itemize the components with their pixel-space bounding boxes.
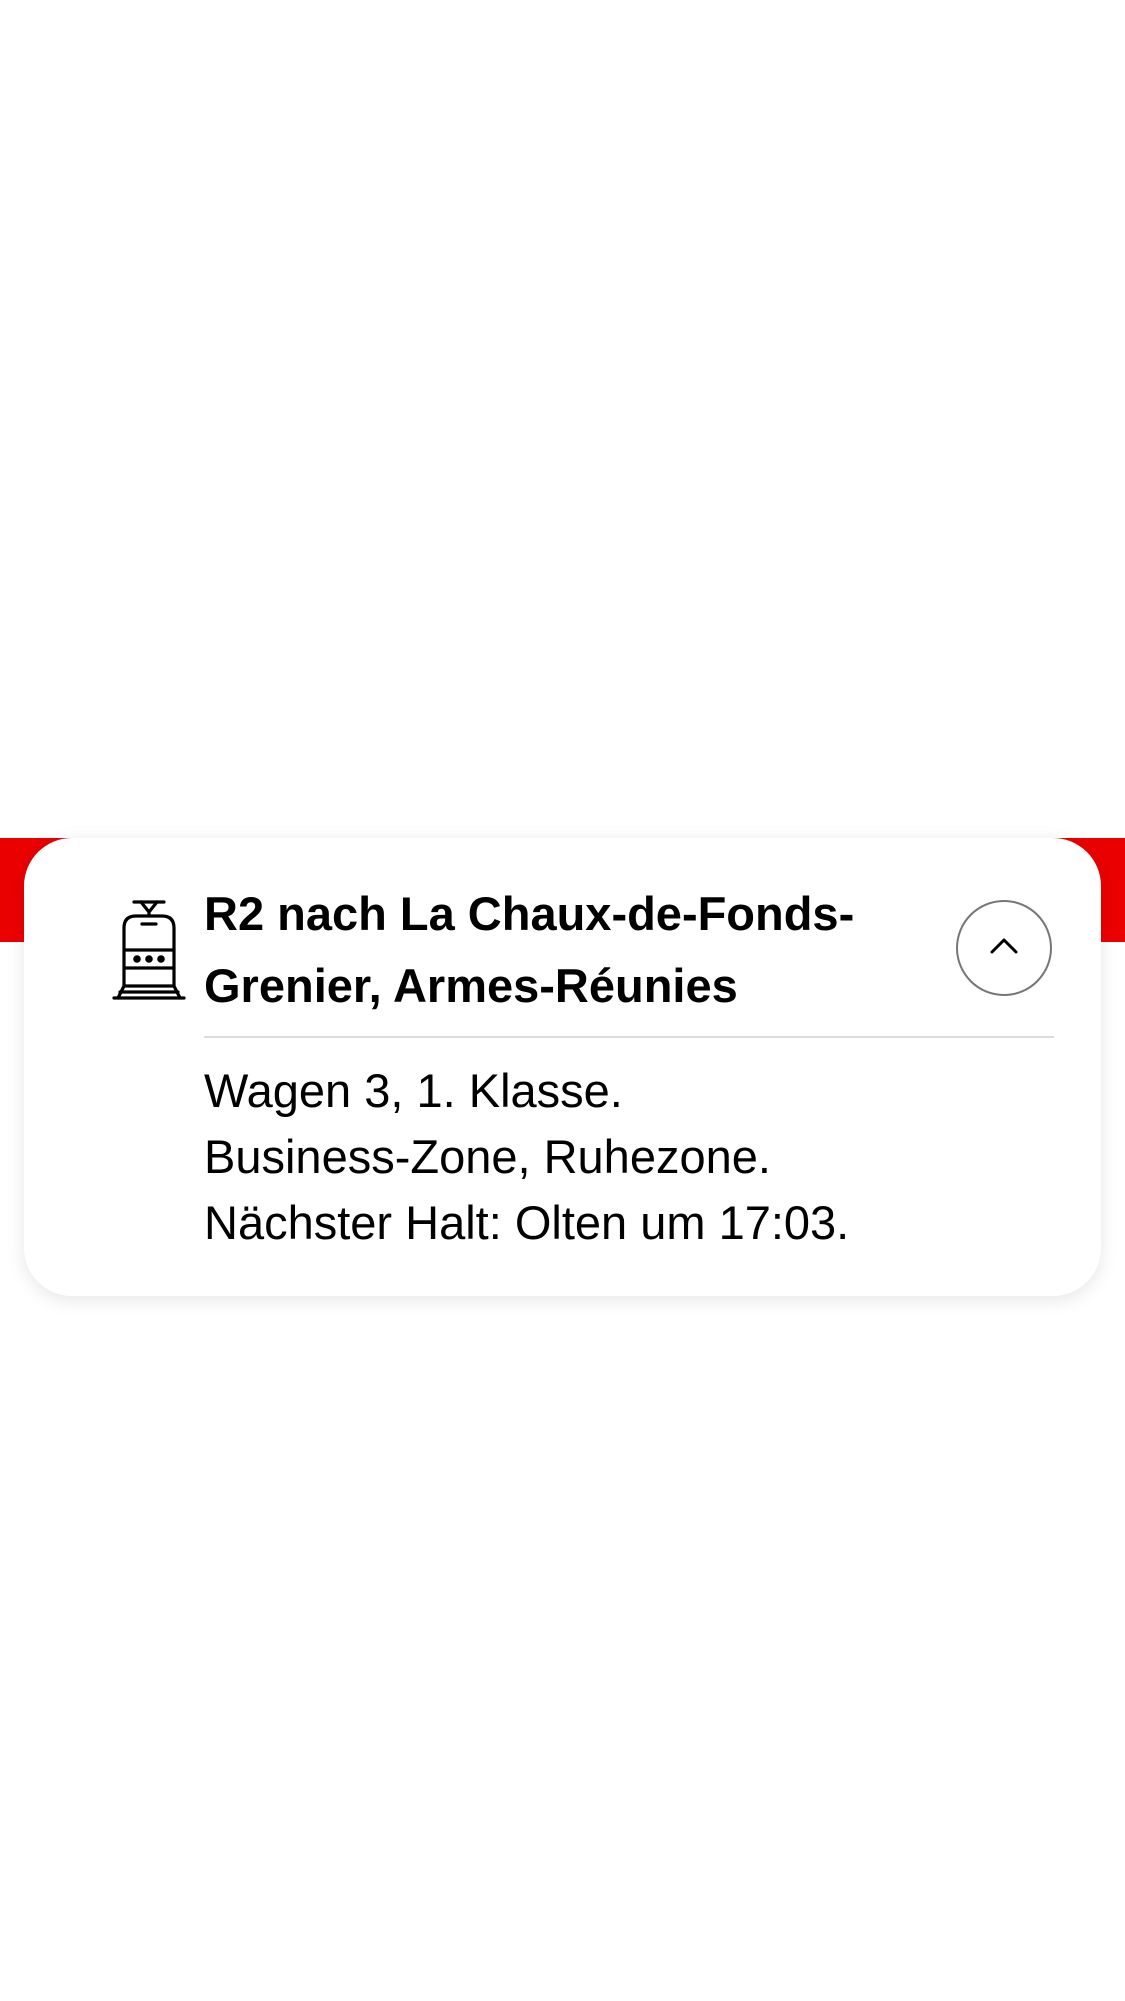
divider xyxy=(204,1036,1054,1038)
connection-card: R2 nach La Chaux-de-Fonds-Grenier, Armes… xyxy=(24,838,1101,1296)
chevron-up-icon xyxy=(989,937,1019,960)
zone-info: Business-Zone, Ruhezone. xyxy=(204,1130,771,1183)
collapse-button[interactable] xyxy=(956,900,1052,996)
connection-details: Wagen 3, 1. Klasse. Business-Zone, Ruhez… xyxy=(204,1058,1054,1256)
connection-title: R2 nach La Chaux-de-Fonds-Grenier, Armes… xyxy=(204,887,855,1012)
next-stop-info: Nächster Halt: Olten um 17:03. xyxy=(204,1196,850,1249)
wagon-class-info: Wagen 3, 1. Klasse. xyxy=(204,1064,623,1117)
tram-icon xyxy=(94,894,204,1004)
page: R2 nach La Chaux-de-Fonds-Grenier, Armes… xyxy=(0,0,1125,2001)
